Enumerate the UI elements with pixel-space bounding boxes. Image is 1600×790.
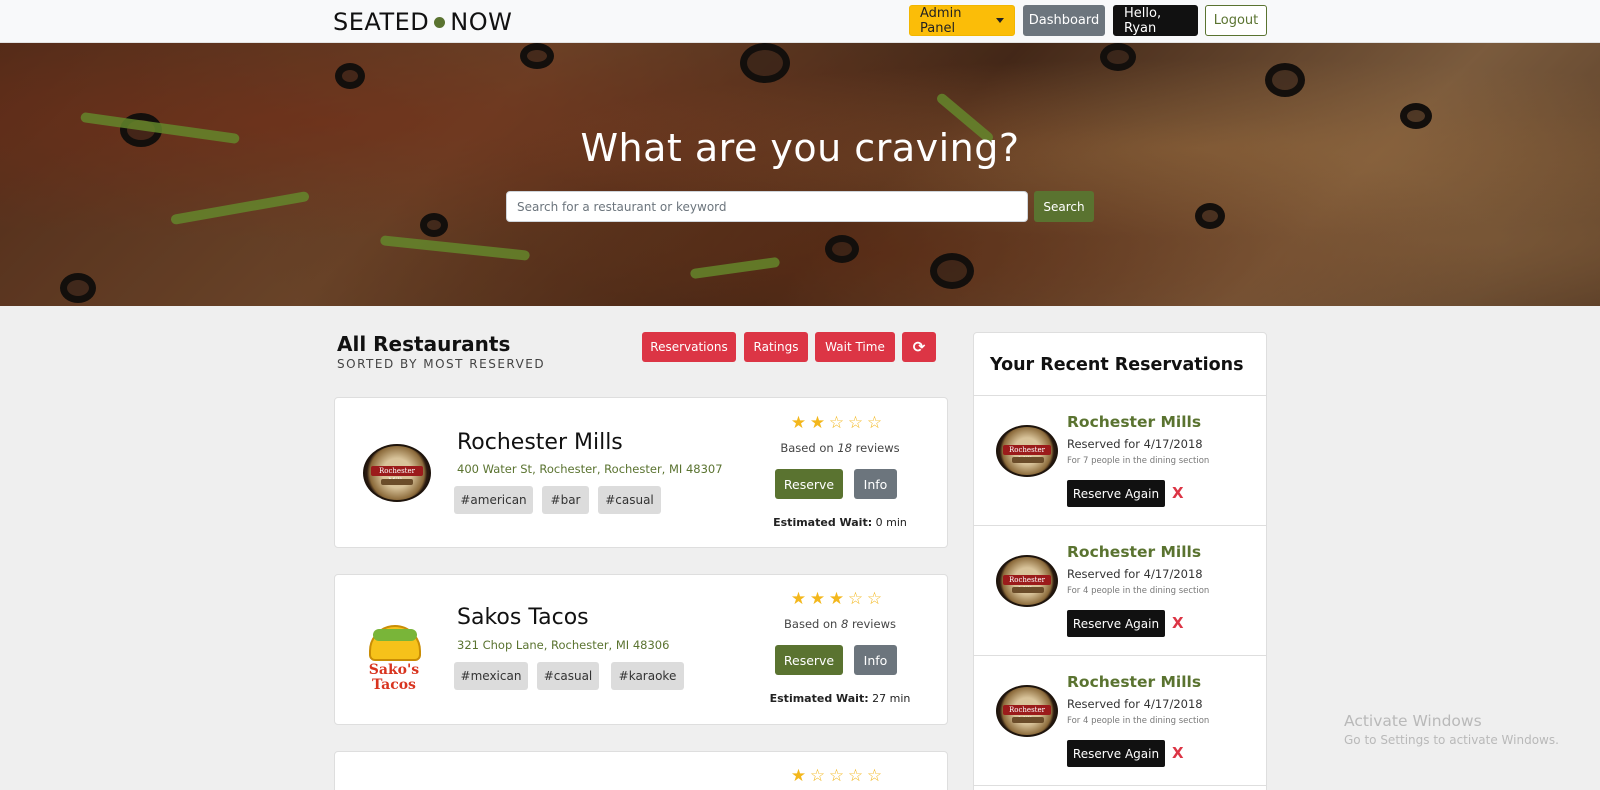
sort-wait-time-button[interactable]: Wait Time bbox=[815, 332, 895, 362]
restaurant-card: ★ ☆ ☆ ☆ ☆ bbox=[334, 751, 948, 790]
reservation-name[interactable]: Rochester Mills bbox=[1067, 543, 1201, 561]
star-empty-icon: ☆ bbox=[866, 766, 883, 786]
star-empty-icon: ☆ bbox=[847, 589, 864, 609]
reservation-note: For 7 people in the dining section bbox=[1067, 456, 1210, 466]
reservation-name[interactable]: Rochester Mills bbox=[1067, 673, 1201, 691]
reservation-date: Reserved for 4/17/2018 bbox=[1067, 697, 1203, 711]
activate-windows-subtitle: Go to Settings to activate Windows. bbox=[1344, 733, 1559, 747]
restaurant-name[interactable]: Sakos Tacos bbox=[457, 605, 589, 630]
search-button[interactable]: Search bbox=[1034, 191, 1094, 222]
star-filled-icon: ★ bbox=[790, 413, 807, 433]
search-input[interactable]: Search for a restaurant or keyword bbox=[506, 191, 1028, 222]
restaurant-card: Sako's Tacos Sakos Tacos 321 Chop Lane, … bbox=[334, 574, 948, 725]
brand-right: NOW bbox=[450, 8, 513, 36]
list-title: All Restaurants bbox=[337, 332, 511, 356]
info-button[interactable]: Info bbox=[854, 469, 897, 499]
tag-badge[interactable]: #bar bbox=[542, 486, 589, 514]
reservation-name[interactable]: Rochester Mills bbox=[1067, 413, 1201, 431]
estimated-wait: Estimated Wait: 27 min bbox=[769, 692, 911, 705]
reserve-again-button[interactable]: Reserve Again bbox=[1067, 610, 1165, 637]
reservation-note: For 4 people in the dining section bbox=[1067, 716, 1210, 726]
tag-badge[interactable]: #casual bbox=[537, 662, 599, 690]
review-count: Based on 8 reviews bbox=[784, 617, 896, 631]
refresh-button[interactable]: ⟳ bbox=[902, 332, 936, 362]
rating-stars: ★ ★ ★ ☆ ☆ bbox=[790, 591, 886, 608]
tag-badge[interactable]: #karaoke bbox=[611, 662, 684, 690]
reserve-button[interactable]: Reserve bbox=[775, 469, 843, 499]
reserve-again-button[interactable]: Reserve Again bbox=[1067, 740, 1165, 767]
restaurant-logo: Rochester Mills bbox=[363, 444, 431, 502]
estimated-wait: Estimated Wait: 0 min bbox=[773, 516, 907, 529]
restaurant-address: 400 Water St, Rochester, Rochester, MI 4… bbox=[457, 462, 723, 476]
reservation-logo: Rochester Mills bbox=[996, 685, 1058, 737]
caret-down-icon bbox=[996, 18, 1004, 23]
tag-badge[interactable]: #mexican bbox=[454, 662, 528, 690]
star-filled-icon: ★ bbox=[790, 766, 807, 786]
activate-windows-title: Activate Windows bbox=[1344, 712, 1482, 730]
rating-stars: ★ ★ ☆ ☆ ☆ bbox=[790, 415, 886, 432]
user-greeting-button[interactable]: Hello, Ryan bbox=[1113, 5, 1198, 36]
remove-reservation-button[interactable]: X bbox=[1172, 614, 1184, 632]
restaurant-name[interactable]: Rochester Mills bbox=[457, 430, 623, 455]
logout-button[interactable]: Logout bbox=[1205, 5, 1267, 36]
restaurant-logo: Sako's Tacos bbox=[363, 611, 425, 697]
rating-stars: ★ ☆ ☆ ☆ ☆ bbox=[790, 768, 886, 785]
remove-reservation-button[interactable]: X bbox=[1172, 744, 1184, 762]
reservation-logo: Rochester Mills bbox=[996, 425, 1058, 477]
star-empty-icon: ☆ bbox=[866, 589, 883, 609]
tag-badge[interactable]: #american bbox=[454, 486, 533, 514]
reservation-logo: Rochester Mills bbox=[996, 555, 1058, 607]
star-empty-icon: ☆ bbox=[847, 413, 864, 433]
recent-reservations-title: Your Recent Reservations bbox=[990, 355, 1244, 375]
brand-logo[interactable]: SEATED NOW bbox=[333, 8, 512, 36]
reservation-date: Reserved for 4/17/2018 bbox=[1067, 567, 1203, 581]
restaurant-address: 321 Chop Lane, Rochester, MI 48306 bbox=[457, 638, 670, 652]
star-empty-icon: ☆ bbox=[828, 766, 845, 786]
star-empty-icon: ☆ bbox=[809, 766, 826, 786]
star-filled-icon: ★ bbox=[809, 589, 826, 609]
sort-reservations-button[interactable]: Reservations bbox=[642, 332, 736, 362]
star-empty-icon: ☆ bbox=[828, 413, 845, 433]
refresh-icon: ⟳ bbox=[912, 338, 926, 356]
hero-title: What are you craving? bbox=[580, 126, 1020, 170]
star-filled-icon: ★ bbox=[790, 589, 807, 609]
top-navbar: SEATED NOW Admin Panel Dashboard Hello, … bbox=[0, 0, 1600, 43]
reserve-again-button[interactable]: Reserve Again bbox=[1067, 480, 1165, 507]
star-filled-icon: ★ bbox=[809, 413, 826, 433]
reservation-date: Reserved for 4/17/2018 bbox=[1067, 437, 1203, 451]
hero-banner: What are you craving? bbox=[0, 43, 1600, 306]
restaurant-card: Rochester Mills Rochester Mills 400 Wate… bbox=[334, 397, 948, 548]
admin-panel-button[interactable]: Admin Panel bbox=[909, 5, 1015, 36]
reservation-note: For 4 people in the dining section bbox=[1067, 586, 1210, 596]
dashboard-button[interactable]: Dashboard bbox=[1023, 5, 1105, 36]
tag-badge[interactable]: #casual bbox=[598, 486, 661, 514]
star-filled-icon: ★ bbox=[828, 589, 845, 609]
list-subtitle: SORTED BY MOST RESERVED bbox=[337, 357, 546, 371]
review-count: Based on 18 reviews bbox=[780, 441, 900, 455]
recent-reservations-panel: Your Recent Reservations Rochester Mills… bbox=[973, 332, 1267, 790]
star-empty-icon: ☆ bbox=[847, 766, 864, 786]
brand-dot-icon bbox=[434, 16, 446, 28]
brand-left: SEATED bbox=[333, 8, 430, 36]
admin-panel-label: Admin Panel bbox=[920, 5, 962, 36]
remove-reservation-button[interactable]: X bbox=[1172, 484, 1184, 502]
sort-ratings-button[interactable]: Ratings bbox=[744, 332, 808, 362]
star-empty-icon: ☆ bbox=[866, 413, 883, 433]
reserve-button[interactable]: Reserve bbox=[775, 645, 843, 675]
info-button[interactable]: Info bbox=[854, 645, 897, 675]
